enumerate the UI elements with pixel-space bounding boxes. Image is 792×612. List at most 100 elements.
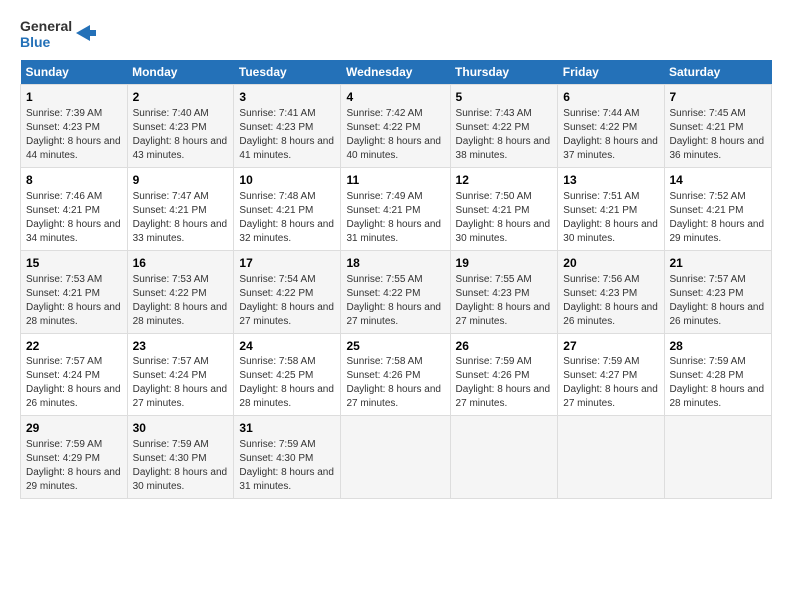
calendar-cell: 29 Sunrise: 7:59 AMSunset: 4:29 PMDayligh… [21, 416, 128, 499]
calendar-cell: 23Sunrise: 7:57 AMSunset: 4:24 PMDayligh… [127, 333, 234, 416]
day-info: Sunrise: 7:58 AMSunset: 4:26 PMDaylight:… [346, 356, 441, 409]
day-info: Sunrise: 7:51 AMSunset: 4:21 PMDaylight:… [563, 191, 658, 244]
calendar-cell [558, 416, 664, 499]
day-number: 26 [456, 338, 553, 355]
calendar-cell [341, 416, 450, 499]
day-info: Sunrise: 7:55 AMSunset: 4:22 PMDaylight:… [346, 274, 441, 327]
day-info: Sunrise: 7:52 AMSunset: 4:21 PMDaylight:… [670, 191, 765, 244]
day-info: Sunrise: 7:59 AMSunset: 4:30 PMDaylight:… [239, 439, 334, 492]
day-info: Sunrise: 7:46 AMSunset: 4:21 PMDaylight:… [26, 191, 121, 244]
col-header-saturday: Saturday [664, 60, 772, 85]
day-info: Sunrise: 7:59 AMSunset: 4:30 PMDaylight:… [133, 439, 228, 492]
day-number: 17 [239, 255, 335, 272]
day-number: 25 [346, 338, 444, 355]
table-row: 22Sunrise: 7:57 AMSunset: 4:24 PMDayligh… [21, 333, 772, 416]
day-info: Sunrise: 7:56 AMSunset: 4:23 PMDaylight:… [563, 274, 658, 327]
calendar-cell: 15 Sunrise: 7:53 AMSunset: 4:21 PMDayligh… [21, 250, 128, 333]
calendar-cell: 12 Sunrise: 7:50 AMSunset: 4:21 PMDayligh… [450, 167, 558, 250]
calendar-cell: 30 Sunrise: 7:59 AMSunset: 4:30 PMDayligh… [127, 416, 234, 499]
day-number: 16 [133, 255, 229, 272]
day-number: 4 [346, 89, 444, 106]
day-info: Sunrise: 7:42 AMSunset: 4:22 PMDaylight:… [346, 108, 441, 161]
calendar-cell: 18 Sunrise: 7:55 AMSunset: 4:22 PMDayligh… [341, 250, 450, 333]
logo-text-block: General Blue [20, 18, 72, 50]
calendar-cell: 2Sunrise: 7:40 AMSunset: 4:23 PMDaylight… [127, 85, 234, 168]
calendar-cell: 4 Sunrise: 7:42 AMSunset: 4:22 PMDaylight… [341, 85, 450, 168]
calendar-cell: 16 Sunrise: 7:53 AMSunset: 4:22 PMDayligh… [127, 250, 234, 333]
day-number: 30 [133, 420, 229, 437]
calendar-cell: 21Sunrise: 7:57 AMSunset: 4:23 PMDayligh… [664, 250, 772, 333]
calendar-cell: 26Sunrise: 7:59 AMSunset: 4:26 PMDayligh… [450, 333, 558, 416]
table-row: 29 Sunrise: 7:59 AMSunset: 4:29 PMDayligh… [21, 416, 772, 499]
day-number: 29 [26, 420, 122, 437]
day-number: 22 [26, 338, 122, 355]
day-number: 18 [346, 255, 444, 272]
calendar-cell: 27Sunrise: 7:59 AMSunset: 4:27 PMDayligh… [558, 333, 664, 416]
day-number: 24 [239, 338, 335, 355]
day-info: Sunrise: 7:45 AMSunset: 4:21 PMDaylight:… [670, 108, 765, 161]
calendar-cell: 6Sunrise: 7:44 AMSunset: 4:22 PMDaylight… [558, 85, 664, 168]
calendar-cell: 14 Sunrise: 7:52 AMSunset: 4:21 PMDayligh… [664, 167, 772, 250]
calendar-cell: 8Sunrise: 7:46 AMSunset: 4:21 PMDaylight… [21, 167, 128, 250]
page-container: General Blue SundayMondayTuesdayWednesda… [0, 0, 792, 509]
day-number: 5 [456, 89, 553, 106]
day-number: 31 [239, 420, 335, 437]
calendar-cell: 20 Sunrise: 7:56 AMSunset: 4:23 PMDayligh… [558, 250, 664, 333]
table-header-row: SundayMondayTuesdayWednesdayThursdayFrid… [21, 60, 772, 85]
col-header-friday: Friday [558, 60, 664, 85]
day-number: 2 [133, 89, 229, 106]
day-number: 15 [26, 255, 122, 272]
calendar-table: SundayMondayTuesdayWednesdayThursdayFrid… [20, 60, 772, 499]
table-row: 15 Sunrise: 7:53 AMSunset: 4:21 PMDayligh… [21, 250, 772, 333]
day-info: Sunrise: 7:43 AMSunset: 4:22 PMDaylight:… [456, 108, 551, 161]
calendar-cell [450, 416, 558, 499]
day-number: 14 [670, 172, 767, 189]
calendar-cell: 22Sunrise: 7:57 AMSunset: 4:24 PMDayligh… [21, 333, 128, 416]
day-info: Sunrise: 7:48 AMSunset: 4:21 PMDaylight:… [239, 191, 334, 244]
day-info: Sunrise: 7:58 AMSunset: 4:25 PMDaylight:… [239, 356, 334, 409]
col-header-wednesday: Wednesday [341, 60, 450, 85]
day-number: 20 [563, 255, 658, 272]
table-row: 1 Sunrise: 7:39 AMSunset: 4:23 PMDaylight… [21, 85, 772, 168]
day-info: Sunrise: 7:59 AMSunset: 4:28 PMDaylight:… [670, 356, 765, 409]
day-info: Sunrise: 7:53 AMSunset: 4:21 PMDaylight:… [26, 274, 121, 327]
table-row: 8Sunrise: 7:46 AMSunset: 4:21 PMDaylight… [21, 167, 772, 250]
col-header-tuesday: Tuesday [234, 60, 341, 85]
calendar-cell [664, 416, 772, 499]
day-info: Sunrise: 7:44 AMSunset: 4:22 PMDaylight:… [563, 108, 658, 161]
day-number: 23 [133, 338, 229, 355]
day-info: Sunrise: 7:59 AMSunset: 4:29 PMDaylight:… [26, 439, 121, 492]
day-number: 27 [563, 338, 658, 355]
day-info: Sunrise: 7:53 AMSunset: 4:22 PMDaylight:… [133, 274, 228, 327]
day-number: 10 [239, 172, 335, 189]
day-info: Sunrise: 7:54 AMSunset: 4:22 PMDaylight:… [239, 274, 334, 327]
calendar-cell: 31 Sunrise: 7:59 AMSunset: 4:30 PMDayligh… [234, 416, 341, 499]
calendar-cell: 13 Sunrise: 7:51 AMSunset: 4:21 PMDayligh… [558, 167, 664, 250]
calendar-cell: 3 Sunrise: 7:41 AMSunset: 4:23 PMDaylight… [234, 85, 341, 168]
calendar-cell: 17 Sunrise: 7:54 AMSunset: 4:22 PMDayligh… [234, 250, 341, 333]
day-info: Sunrise: 7:49 AMSunset: 4:21 PMDaylight:… [346, 191, 441, 244]
logo: General Blue [20, 18, 96, 50]
day-info: Sunrise: 7:59 AMSunset: 4:27 PMDaylight:… [563, 356, 658, 409]
calendar-cell: 10 Sunrise: 7:48 AMSunset: 4:21 PMDayligh… [234, 167, 341, 250]
day-info: Sunrise: 7:39 AMSunset: 4:23 PMDaylight:… [26, 108, 121, 161]
day-number: 28 [670, 338, 767, 355]
calendar-cell: 1 Sunrise: 7:39 AMSunset: 4:23 PMDaylight… [21, 85, 128, 168]
calendar-cell: 25Sunrise: 7:58 AMSunset: 4:26 PMDayligh… [341, 333, 450, 416]
logo-blue: Blue [20, 34, 72, 50]
day-info: Sunrise: 7:57 AMSunset: 4:24 PMDaylight:… [26, 356, 121, 409]
header: General Blue [20, 18, 772, 50]
day-number: 12 [456, 172, 553, 189]
day-info: Sunrise: 7:41 AMSunset: 4:23 PMDaylight:… [239, 108, 334, 161]
day-info: Sunrise: 7:50 AMSunset: 4:21 PMDaylight:… [456, 191, 551, 244]
day-number: 9 [133, 172, 229, 189]
day-info: Sunrise: 7:47 AMSunset: 4:21 PMDaylight:… [133, 191, 228, 244]
day-number: 1 [26, 89, 122, 106]
day-number: 13 [563, 172, 658, 189]
calendar-cell: 11Sunrise: 7:49 AMSunset: 4:21 PMDayligh… [341, 167, 450, 250]
col-header-sunday: Sunday [21, 60, 128, 85]
day-info: Sunrise: 7:55 AMSunset: 4:23 PMDaylight:… [456, 274, 551, 327]
calendar-cell: 28Sunrise: 7:59 AMSunset: 4:28 PMDayligh… [664, 333, 772, 416]
day-number: 3 [239, 89, 335, 106]
col-header-monday: Monday [127, 60, 234, 85]
